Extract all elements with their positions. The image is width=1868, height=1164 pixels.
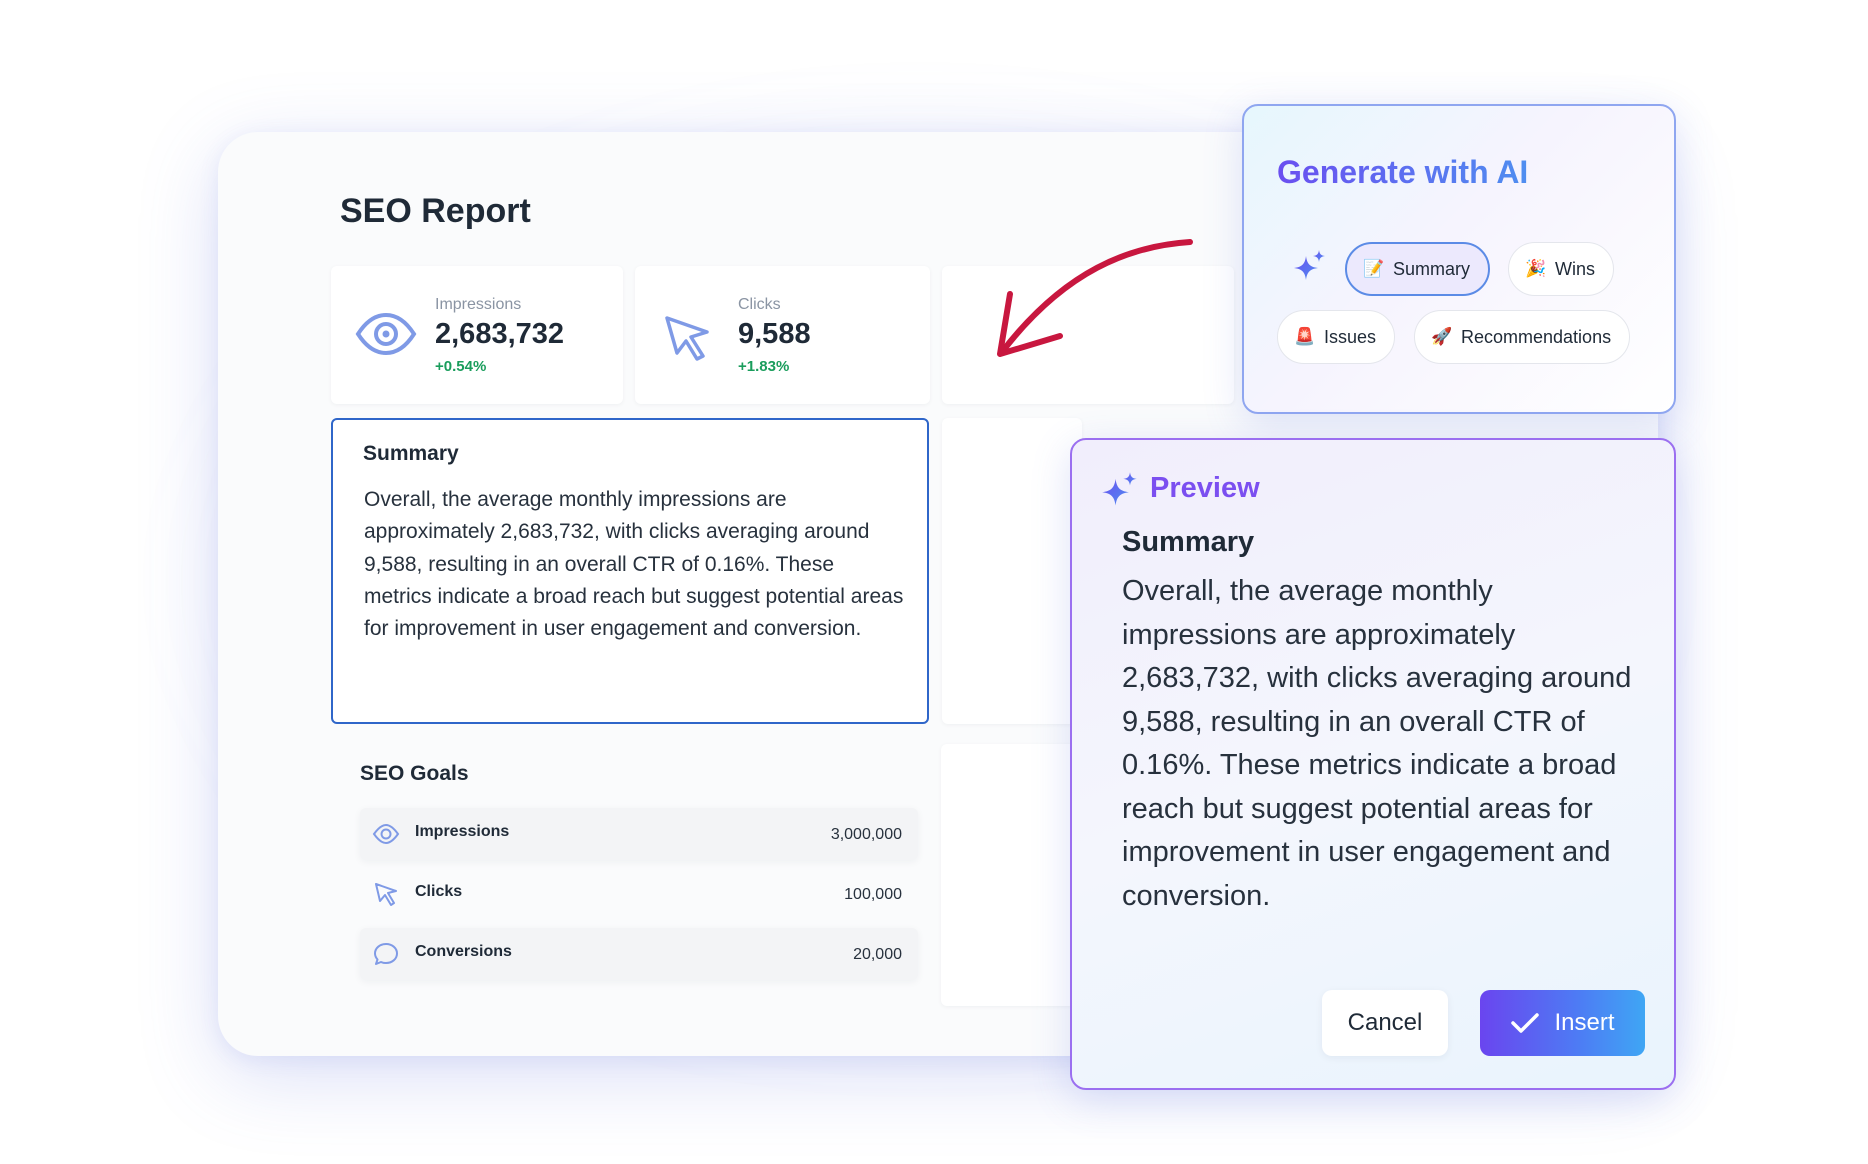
chip-label: Issues [1324, 326, 1377, 347]
chip-label: Summary [1393, 258, 1471, 279]
metric-card-impressions[interactable]: Impressions 2,683,732 +0.54% [331, 266, 623, 404]
curved-arrow-icon [997, 239, 1193, 357]
seo-goals-title: SEO Goals [360, 762, 469, 785]
rocket-icon: 🚀 [1431, 327, 1453, 346]
goal-name: Conversions [415, 943, 512, 960]
empty-widget-slot[interactable] [941, 744, 1081, 1006]
chip-label: Wins [1555, 258, 1595, 279]
empty-widget-slot[interactable] [942, 418, 1082, 724]
chip-summary[interactable]: 📝 Summary [1345, 242, 1491, 296]
goal-row-clicks[interactable]: Clicks 100,000 [360, 868, 918, 920]
memo-icon: 📝 [1363, 259, 1385, 278]
summary-heading: Summary [363, 442, 459, 465]
summary-text: Overall, the average monthly impressions… [364, 488, 904, 641]
chip-recommendations[interactable]: 🚀 Recommendations [1414, 310, 1631, 364]
sparkle-icon [1102, 472, 1137, 506]
preview-heading: Summary [1122, 526, 1255, 558]
chip-issues[interactable]: 🚨 Issues [1277, 310, 1396, 364]
cancel-button[interactable]: Cancel [1322, 990, 1448, 1056]
preview-text: Overall, the average monthly impressions… [1122, 575, 1632, 912]
cursor-icon [665, 316, 709, 361]
metric-label: Clicks [738, 296, 781, 313]
metric-label: Impressions [435, 296, 522, 313]
insert-button[interactable]: Insert [1480, 990, 1645, 1056]
goal-name: Clicks [415, 883, 463, 900]
ai-panel-title: Generate with AI [1277, 154, 1529, 190]
metric-value: 9,588 [738, 318, 811, 350]
metric-delta: +0.54% [435, 358, 487, 375]
siren-icon: 🚨 [1294, 327, 1316, 346]
goal-row-impressions[interactable]: Impressions 3,000,000 [360, 808, 918, 860]
metric-card-clicks[interactable]: Clicks 9,588 +1.83% [635, 266, 930, 404]
chat-bubble-icon [374, 943, 398, 965]
goal-value: 3,000,000 [830, 826, 902, 843]
goal-row-conversions[interactable]: Conversions 20,000 [360, 928, 918, 980]
insert-label: Insert [1554, 1009, 1615, 1036]
sparkle-icon [1294, 250, 1325, 280]
page-title: SEO Report [340, 192, 531, 230]
generate-ai-panel: Generate with AI 📝 Summary 🎉 Wins 🚨 Issu… [1242, 104, 1676, 414]
eye-icon [372, 823, 400, 845]
party-popper-icon: 🎉 [1525, 259, 1547, 278]
summary-card[interactable]: Summary Overall, the average monthly imp… [331, 418, 929, 724]
cursor-icon [375, 883, 397, 906]
goal-value: 100,000 [844, 886, 902, 903]
goal-value: 20,000 [853, 946, 902, 963]
eye-icon [355, 312, 417, 356]
chip-label: Recommendations [1461, 326, 1612, 347]
goal-name: Impressions [415, 823, 510, 840]
preview-panel: Preview Summary Overall, the average mon… [1070, 438, 1676, 1090]
preview-title: Preview [1150, 472, 1260, 504]
cancel-label: Cancel [1347, 1009, 1423, 1036]
check-icon [1511, 1013, 1540, 1033]
metric-delta: +1.83% [738, 358, 790, 375]
chip-wins[interactable]: 🎉 Wins [1508, 242, 1614, 296]
metric-value: 2,683,732 [435, 318, 565, 350]
